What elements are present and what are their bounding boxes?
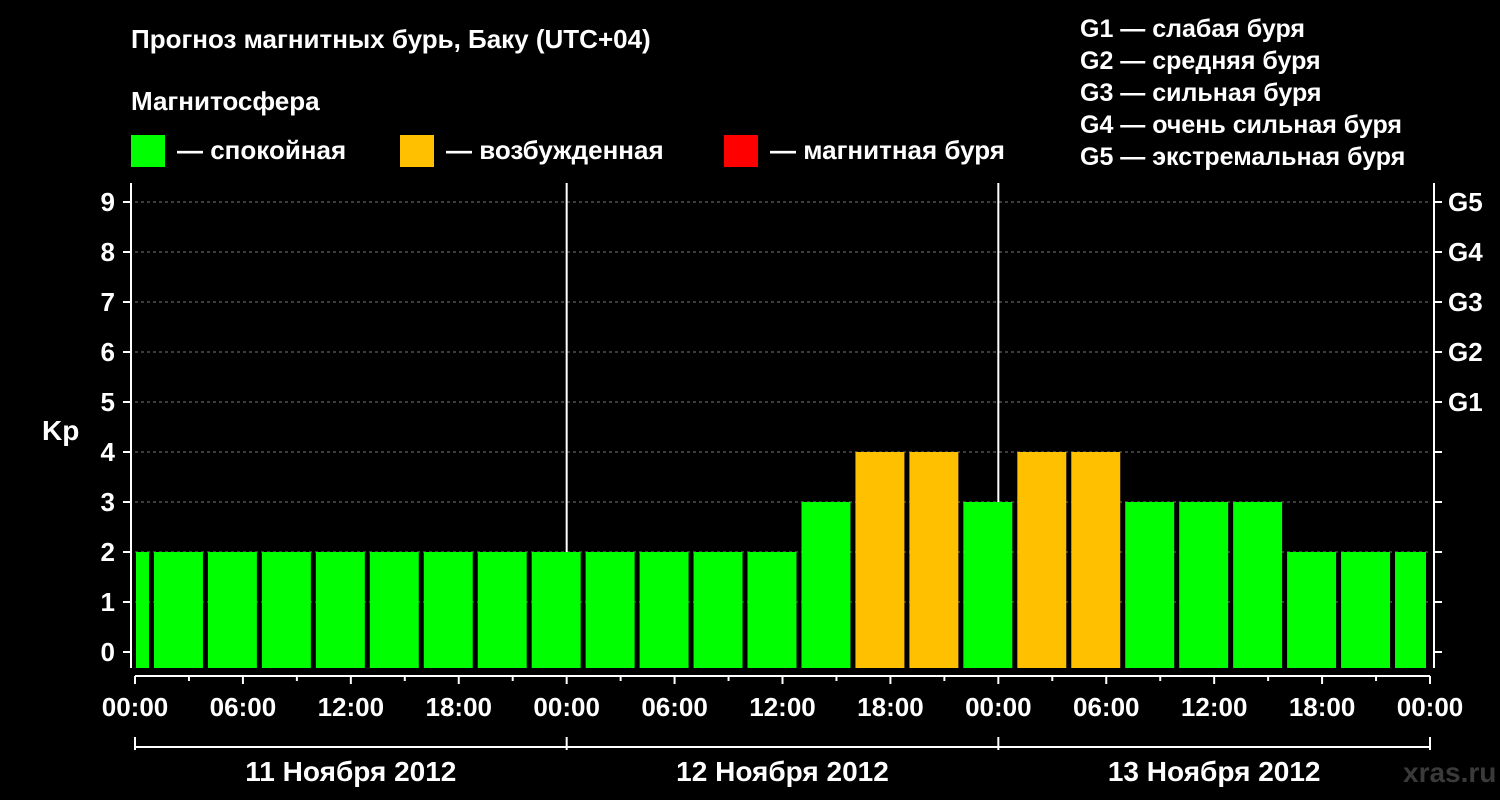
kp-bar <box>585 552 635 668</box>
kp-bar <box>909 452 959 668</box>
kp-bar <box>1233 502 1283 668</box>
x-tick-label: 00:00 <box>533 692 600 722</box>
y-tick-label: 1 <box>101 587 115 617</box>
y-tick-label: 8 <box>101 237 115 267</box>
x-tick-label: 12:00 <box>749 692 816 722</box>
kp-bar <box>1125 502 1175 668</box>
y-tick-label: 3 <box>101 487 115 517</box>
kp-bar <box>1287 552 1337 668</box>
x-tick-label: 00:00 <box>1397 692 1464 722</box>
day-label: 11 Ноября 2012 <box>245 756 456 787</box>
g-level-label: G3 <box>1448 287 1483 317</box>
y-tick-label: 2 <box>101 537 115 567</box>
day-label: 13 Ноября 2012 <box>1108 756 1321 787</box>
x-tick-label: 12:00 <box>1181 692 1248 722</box>
kp-bar <box>801 502 851 668</box>
kp-bar <box>1341 552 1391 668</box>
kp-bar <box>136 552 149 668</box>
source-label: xras.ru <box>1403 757 1497 788</box>
y-tick-label: 7 <box>101 287 115 317</box>
x-tick-label: 18:00 <box>1289 692 1356 722</box>
bars-layer <box>136 452 1426 668</box>
kp-bar <box>369 552 419 668</box>
y-tick-label: 9 <box>101 187 115 217</box>
kp-bar <box>477 552 527 668</box>
kp-bar <box>207 552 257 668</box>
kp-bar <box>693 552 743 668</box>
kp-bar <box>1071 452 1121 668</box>
x-tick-label: 06:00 <box>1073 692 1140 722</box>
x-tick-label: 18:00 <box>857 692 924 722</box>
y-axis-title: Kp <box>42 415 79 446</box>
x-tick-label: 06:00 <box>210 692 277 722</box>
kp-bar <box>315 552 365 668</box>
y-tick-label: 5 <box>101 387 115 417</box>
kp-chart: 0 1 2 3 4 5 6 7 8 9 G1 G2 G3 G4 G5 Kp 00:00 06:00 12:00 18:… <box>42 183 1483 787</box>
g-level-label: G5 <box>1448 187 1483 217</box>
day-label: 12 Ноября 2012 <box>676 756 889 787</box>
y-tick-label: 6 <box>101 337 115 367</box>
labels-layer: 0 1 2 3 4 5 6 7 8 9 G1 G2 G3 G4 G5 Kp 00:00 06:00 12:00 18:… <box>42 187 1483 787</box>
kp-bar <box>153 552 203 668</box>
g-level-label: G4 <box>1448 237 1483 267</box>
y-tick-label: 4 <box>101 437 116 467</box>
x-tick-label: 06:00 <box>641 692 708 722</box>
kp-bar <box>639 552 689 668</box>
forecast-panel: Прогноз магнитных бурь, Баку (UTC+04) Ма… <box>0 0 1500 800</box>
g-level-label: G1 <box>1448 387 1483 417</box>
x-tick-label: 12:00 <box>318 692 385 722</box>
x-tick-label: 00:00 <box>102 692 169 722</box>
y-tick-label: 0 <box>101 637 115 667</box>
x-tick-label: 18:00 <box>426 692 493 722</box>
g-level-label: G2 <box>1448 337 1483 367</box>
x-tick-label: 00:00 <box>965 692 1032 722</box>
kp-bar <box>423 552 473 668</box>
kp-bar <box>1017 452 1067 668</box>
kp-bar <box>855 452 905 668</box>
kp-bar <box>747 552 797 668</box>
kp-bar <box>261 552 311 668</box>
kp-bar <box>1395 552 1426 668</box>
kp-bar <box>531 552 581 668</box>
kp-bar <box>963 502 1013 668</box>
kp-bar <box>1179 502 1229 668</box>
